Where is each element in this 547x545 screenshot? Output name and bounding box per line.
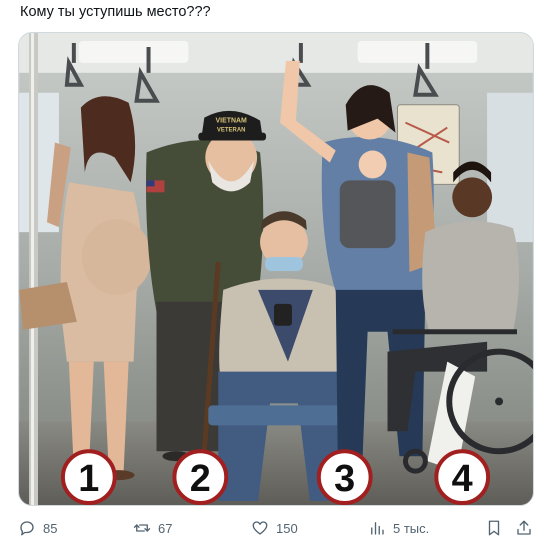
reply-count: 85	[43, 520, 58, 536]
badge-1: 1	[60, 449, 117, 505]
views-button[interactable]: 5 тыс.	[368, 517, 429, 539]
like-count: 150	[276, 520, 298, 536]
retweet-count: 67	[158, 520, 173, 536]
bookmark-button[interactable]	[485, 517, 503, 539]
subway-illustration: VIETNAM VETERAN 1 2 3 4	[19, 33, 533, 505]
bookmark-icon	[488, 520, 500, 536]
badge-1-number: 1	[78, 458, 99, 500]
share-button[interactable]	[515, 517, 533, 539]
badge-2: 2	[172, 449, 229, 505]
views-count: 5 тыс.	[393, 520, 430, 536]
badge-4: 4	[434, 449, 491, 505]
cap-text-2: VETERAN	[217, 128, 246, 134]
post-text: Кому ты уступишь место???	[20, 4, 211, 20]
cap-text-1: VIETNAM	[216, 118, 248, 125]
badge-3: 3	[316, 449, 373, 505]
badge-4-number: 4	[452, 458, 473, 500]
post-image[interactable]: VIETNAM VETERAN 1 2 3 4	[18, 32, 534, 506]
retweet-button[interactable]: 67	[133, 517, 172, 539]
reply-button[interactable]: 85	[18, 517, 57, 539]
badge-3-number: 3	[334, 458, 355, 500]
retweet-icon	[133, 524, 151, 532]
heart-icon	[252, 521, 268, 535]
share-icon	[517, 520, 531, 535]
like-button[interactable]: 150	[251, 517, 298, 539]
badge-2-number: 2	[190, 458, 211, 500]
post-actions-bar: 85 67 150 5 тыс.	[0, 513, 547, 543]
reply-icon	[20, 521, 34, 536]
views-icon	[371, 522, 384, 535]
